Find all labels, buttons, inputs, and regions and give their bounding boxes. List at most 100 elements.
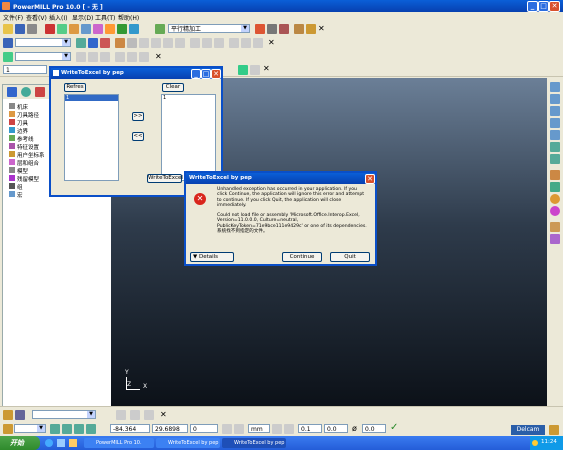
quicklaunch-ie-icon[interactable] — [45, 439, 53, 447]
close-toolbar-3-icon[interactable]: ✕ — [155, 52, 162, 61]
chevron-down-icon[interactable]: ▼ — [87, 411, 95, 418]
layer-icon[interactable] — [190, 38, 200, 48]
wf-icon-4[interactable] — [115, 52, 125, 62]
chevron-down-icon[interactable]: ▼ — [62, 39, 70, 46]
options-icon[interactable] — [253, 38, 263, 48]
refresh-button[interactable]: Refres — [64, 83, 86, 92]
tree-item-patterns[interactable]: 参考线 — [9, 135, 34, 143]
wf-icon-2[interactable] — [88, 52, 98, 62]
dock-icon-1[interactable] — [238, 65, 248, 75]
pick2-icon[interactable] — [62, 424, 72, 434]
colour-icon[interactable] — [229, 38, 239, 48]
tool-icon[interactable] — [45, 24, 55, 34]
view-iso-icon[interactable] — [550, 82, 560, 92]
tree-item-boundaries[interactable]: 边界 — [9, 127, 28, 135]
chevron-down-icon[interactable]: ▼ — [241, 25, 249, 32]
status-combo[interactable]: ▼ — [32, 410, 96, 419]
print-icon[interactable] — [27, 24, 37, 34]
open-icon[interactable] — [3, 24, 13, 34]
globe-view-icon[interactable] — [550, 194, 560, 204]
tree-item-levels[interactable]: 层和组合 — [9, 159, 39, 167]
tolerance-icon[interactable] — [272, 424, 282, 434]
close-button[interactable]: ✕ — [549, 1, 560, 12]
block-icon[interactable] — [57, 24, 67, 34]
tolerance2-icon[interactable] — [284, 424, 294, 434]
chevron-down-icon[interactable]: ▼ — [37, 425, 45, 432]
maximize-button[interactable]: □ — [538, 1, 549, 12]
menu-view[interactable]: 查看(V) — [26, 13, 47, 22]
help-status-icon[interactable] — [549, 425, 559, 435]
quit-button[interactable]: Quit — [330, 252, 370, 262]
strategy-combo[interactable]: 平行精加工 ▼ — [168, 24, 250, 33]
strategy-icon[interactable] — [155, 24, 165, 34]
task-powermill[interactable]: PowerMILL Pro 10. — [84, 438, 154, 448]
rapid-icon[interactable] — [81, 24, 91, 34]
globe-tab-icon[interactable] — [21, 87, 31, 97]
tree-item-groups[interactable]: 组 — [9, 183, 23, 191]
measure-view-icon[interactable] — [550, 234, 560, 244]
hide-icon[interactable] — [163, 38, 173, 48]
nc-icon[interactable] — [267, 24, 277, 34]
save-icon[interactable] — [15, 24, 25, 34]
quicklaunch-desktop-icon[interactable] — [57, 439, 65, 447]
view-front-icon[interactable] — [550, 106, 560, 116]
layer-status-icon[interactable] — [116, 410, 126, 420]
close-toolbar-icon[interactable]: ✕ — [318, 24, 325, 33]
grid-icon[interactable] — [127, 38, 137, 48]
view-combo[interactable]: ▼ — [15, 38, 71, 47]
draw-icon[interactable] — [202, 38, 212, 48]
write-excel-maximize[interactable]: □ — [201, 69, 211, 79]
select-view-icon[interactable] — [550, 222, 560, 232]
clear-button[interactable]: Clear — [162, 83, 184, 92]
task-write-excel-2[interactable]: WriteToExcel by pep — [222, 438, 286, 448]
colour-view-icon[interactable] — [550, 206, 560, 216]
view-icon[interactable] — [3, 38, 13, 48]
menu-file[interactable]: 文件(F) — [3, 13, 23, 22]
write-to-excel-button[interactable]: WriteToExcel — [147, 174, 183, 183]
start-button[interactable]: 开始 — [0, 436, 40, 450]
continue-button[interactable]: Continue — [282, 252, 322, 262]
status-select-icon[interactable] — [15, 410, 25, 420]
wire-view-icon[interactable] — [550, 182, 560, 192]
chevron-down-icon[interactable]: ▼ — [62, 53, 70, 60]
grid-status-icon[interactable] — [222, 424, 232, 434]
rotate-icon[interactable] — [100, 38, 110, 48]
wf-icon-6[interactable] — [139, 52, 149, 62]
menu-insert[interactable]: 插入(I) — [49, 13, 67, 22]
layer-select-icon[interactable] — [3, 52, 13, 62]
close-toolbar-2-icon[interactable]: ✕ — [268, 38, 275, 47]
shade-icon[interactable] — [139, 38, 149, 48]
tool-combo[interactable]: 1 — [3, 65, 47, 74]
write-excel-minimize[interactable]: _ — [191, 69, 201, 79]
tablet-icon[interactable] — [294, 24, 304, 34]
dock-icon-2[interactable] — [250, 65, 260, 75]
close-status-toolbar-icon[interactable]: ✕ — [160, 410, 167, 419]
zoom-in-icon[interactable] — [550, 142, 560, 152]
start-point-icon[interactable] — [93, 24, 103, 34]
left-list[interactable]: 1 — [64, 94, 119, 181]
machine-icon[interactable] — [255, 24, 265, 34]
status-tool-icon[interactable] — [3, 410, 13, 420]
write-excel-close[interactable]: ✕ — [211, 69, 221, 79]
task-write-excel-1[interactable]: WriteToExcel by pep — [156, 438, 220, 448]
layer-combo[interactable]: ▼ — [15, 52, 71, 61]
tree-item-stock-models[interactable]: 残留模型 — [9, 175, 39, 183]
workplane-status-combo[interactable]: ▼ — [14, 424, 46, 433]
angle-field[interactable]: 0.0 — [362, 424, 386, 433]
zoom-out-icon[interactable] — [550, 154, 560, 164]
right-list[interactable]: 1 — [161, 94, 216, 181]
setup-icon[interactable] — [306, 24, 316, 34]
leads-icon[interactable] — [105, 24, 115, 34]
view-top-icon[interactable] — [550, 94, 560, 104]
wf-icon-3[interactable] — [100, 52, 110, 62]
tree-item-workplanes[interactable]: 用户坐标系 — [9, 151, 45, 159]
wf-icon-1[interactable] — [76, 52, 86, 62]
explorer-tab-icon[interactable] — [7, 87, 17, 97]
view-right-icon[interactable] — [550, 130, 560, 140]
snap-status-icon[interactable] — [144, 410, 154, 420]
shade-view-icon[interactable] — [550, 170, 560, 180]
menu-tools[interactable]: 工具(T) — [95, 13, 115, 22]
measure-icon[interactable] — [214, 38, 224, 48]
pan-icon[interactable] — [88, 38, 98, 48]
ncprog-icon[interactable] — [279, 24, 289, 34]
